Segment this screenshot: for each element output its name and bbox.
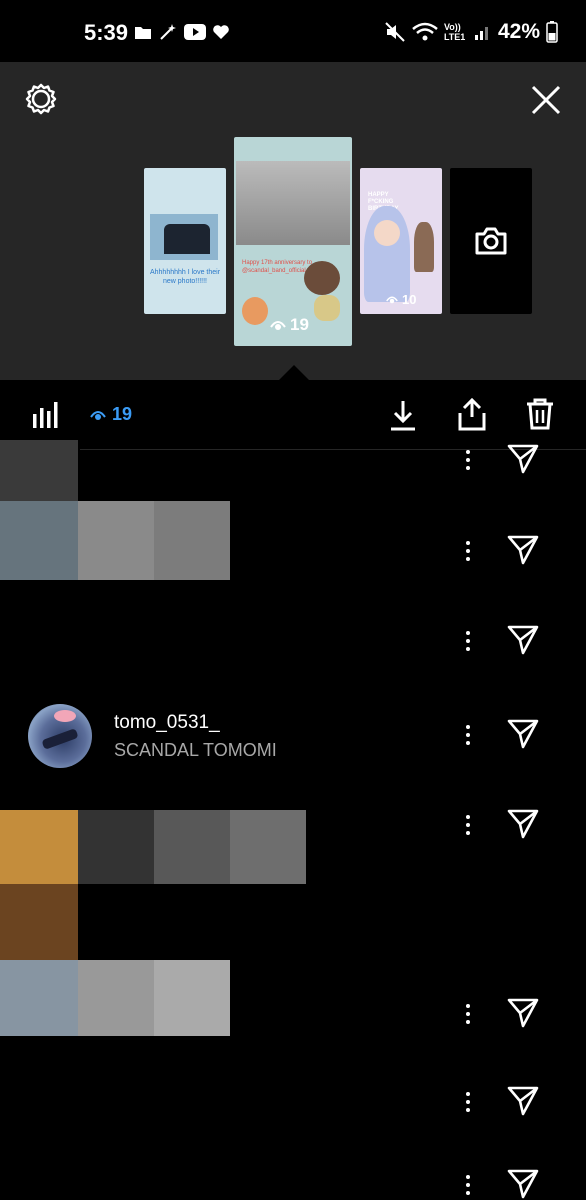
camera-icon — [475, 227, 507, 255]
more-options-icon[interactable] — [456, 440, 480, 480]
share-icon — [458, 397, 486, 431]
story-thumbnail-2[interactable]: Happy 17th anniversary to @scandal_band_… — [234, 137, 352, 346]
viewer-row-actions — [456, 994, 586, 1034]
viewer-full-name: SCANDAL TOMOMI — [114, 740, 277, 760]
download-button[interactable] — [386, 396, 420, 434]
redacted-block — [78, 501, 154, 580]
status-left-icons — [134, 22, 230, 42]
viewer-row-actions — [456, 1165, 586, 1200]
delete-button[interactable] — [522, 395, 558, 433]
share-button[interactable] — [454, 395, 490, 433]
battery-icon — [546, 21, 558, 43]
eye-icon — [90, 410, 106, 420]
settings-button[interactable] — [22, 80, 60, 118]
status-right-icons: Vo)) LTE1 42% — [384, 20, 558, 44]
send-message-icon[interactable] — [506, 442, 540, 481]
avatar[interactable] — [28, 704, 92, 768]
viewers-count: 19 — [112, 404, 133, 424]
send-message-icon[interactable] — [506, 717, 540, 756]
mute-icon — [385, 22, 405, 42]
more-options-icon[interactable] — [456, 805, 480, 845]
more-options-icon[interactable] — [456, 715, 480, 755]
close-icon — [531, 85, 561, 115]
viewer-row-actions — [456, 440, 586, 480]
redacted-block — [0, 810, 78, 884]
send-message-icon[interactable] — [506, 623, 540, 662]
eye-icon — [270, 321, 286, 330]
redacted-block — [78, 960, 154, 1036]
signal-icon — [474, 27, 488, 40]
folder-icon — [135, 27, 151, 39]
viewer-username[interactable]: tomo_0531_ — [114, 712, 220, 734]
viewer-row-actions — [456, 621, 586, 661]
redacted-block — [0, 884, 78, 960]
story-toolbar — [0, 380, 586, 446]
close-button[interactable] — [526, 80, 566, 120]
insights-button[interactable] — [28, 398, 62, 432]
more-options-icon[interactable] — [456, 621, 480, 661]
send-message-icon[interactable] — [506, 1084, 540, 1123]
redacted-block — [154, 810, 230, 884]
redacted-block — [154, 501, 230, 580]
redacted-block — [154, 960, 230, 1036]
viewer-row-actions — [456, 531, 586, 571]
redacted-block — [0, 501, 78, 580]
viewer-row-actions — [456, 805, 586, 845]
redacted-block — [0, 960, 78, 1036]
redacted-avatar — [0, 440, 78, 501]
send-message-icon[interactable] — [506, 1167, 540, 1200]
wifi-icon — [412, 22, 438, 41]
redacted-block — [78, 810, 154, 884]
insights-icon — [33, 402, 58, 428]
viewer-row-actions — [456, 715, 586, 755]
story-caption: Ahhhhhhhh I love their new photo!!!!!! — [149, 269, 221, 285]
story-thumbnail-3[interactable]: HAPPY F*CKING BIRTHDAY 10 — [360, 168, 442, 314]
more-options-icon[interactable] — [456, 531, 480, 571]
story-view-count: 19 — [270, 315, 309, 335]
add-story-camera-tile[interactable] — [450, 168, 532, 314]
more-options-icon[interactable] — [456, 1165, 480, 1200]
heart-icon — [213, 25, 229, 39]
download-icon — [391, 401, 415, 431]
magic-wand-icon — [160, 24, 176, 40]
more-options-icon[interactable] — [456, 1082, 480, 1122]
volte-label: Vo)) LTE1 — [443, 22, 466, 42]
send-message-icon[interactable] — [506, 996, 540, 1035]
send-message-icon[interactable] — [506, 533, 540, 572]
status-bar: 5:39 Vo)) LTE1 42% — [0, 0, 586, 62]
status-time: 5:39 — [84, 20, 129, 45]
battery-percent: 42% — [497, 20, 540, 43]
delete-icon — [527, 398, 553, 430]
selected-story-indicator — [279, 365, 309, 380]
story-view-count: 10 — [386, 292, 416, 307]
send-message-icon[interactable] — [506, 807, 540, 846]
more-options-icon[interactable] — [456, 994, 480, 1034]
eye-icon — [386, 296, 398, 304]
youtube-icon — [184, 24, 206, 40]
gear-icon — [25, 83, 57, 115]
story-thumbnail-1[interactable]: Ahhhhhhhh I love their new photo!!!!!! — [144, 168, 226, 314]
redacted-block — [230, 810, 306, 884]
story-viewers-screen: 5:39 Vo)) LTE1 42% Ahhhhhhhh I love thei… — [0, 0, 586, 1200]
viewer-row-actions — [456, 1082, 586, 1122]
story-photo — [236, 161, 350, 245]
story-photo — [150, 214, 218, 260]
viewers-tab[interactable]: 19 — [90, 404, 132, 425]
